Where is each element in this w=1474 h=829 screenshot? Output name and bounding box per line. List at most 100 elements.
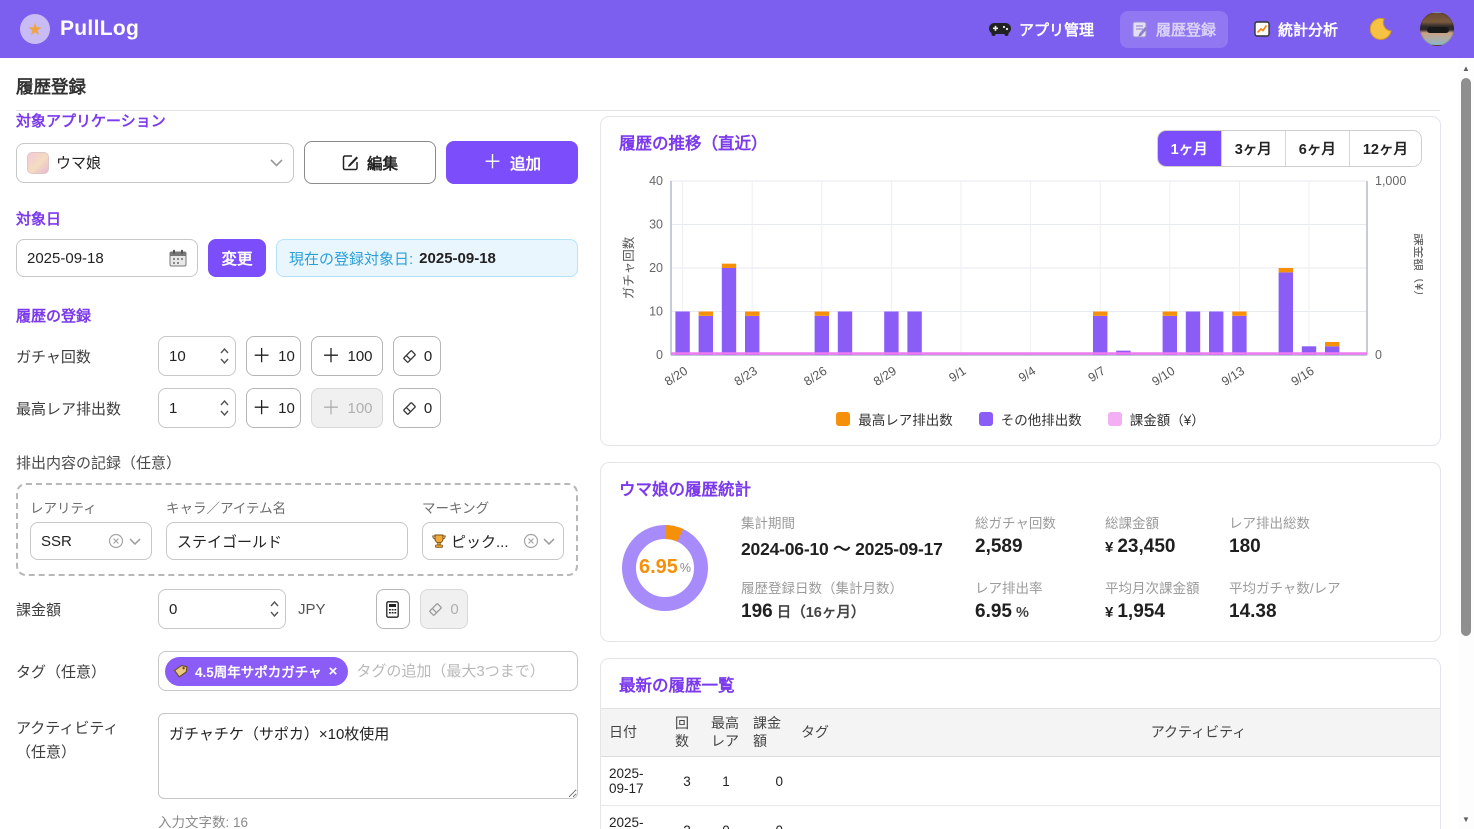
spinner-up-icon[interactable] bbox=[270, 601, 279, 607]
scrollbar-thumb[interactable] bbox=[1461, 78, 1471, 636]
rarity-select[interactable]: SSR bbox=[30, 522, 152, 560]
spinner-down-icon[interactable] bbox=[220, 358, 229, 364]
plus-icon: ＋ bbox=[252, 347, 271, 366]
calendar-icon[interactable] bbox=[169, 249, 187, 267]
svg-text:8/26: 8/26 bbox=[801, 364, 829, 389]
pulls-plus-100-button[interactable]: ＋100 bbox=[311, 336, 383, 376]
crystal-ball-icon: ★ bbox=[20, 14, 50, 44]
rare-count-field[interactable] bbox=[169, 400, 211, 417]
period-3m-button[interactable]: 3ヶ月 bbox=[1221, 131, 1285, 166]
legend-item[interactable]: 課金額（¥） bbox=[1108, 409, 1205, 429]
marking-select[interactable]: ピック... bbox=[422, 522, 564, 560]
item-name-text[interactable] bbox=[177, 533, 397, 550]
change-date-button[interactable]: 変更 bbox=[208, 239, 266, 277]
activity-row: アクティビティ （任意） ガチャチケ（サポカ）×10枚使用 bbox=[16, 713, 578, 799]
tag-chip[interactable]: 4.5周年サポカガチャ × bbox=[165, 657, 348, 686]
vertical-scrollbar[interactable]: ▲ ▼ bbox=[1458, 58, 1474, 829]
pull-count-input[interactable] bbox=[158, 336, 236, 376]
table-row: 2025-09-16 2 0 0 bbox=[601, 806, 1440, 829]
stats-icon bbox=[1254, 21, 1270, 37]
expense-clear-button: 0 bbox=[420, 589, 468, 629]
svg-text:9/13: 9/13 bbox=[1219, 364, 1247, 389]
main-nav: アプリ管理 履歴登録 統計分析 bbox=[977, 11, 1454, 48]
char-count: 入力文字数: 16 bbox=[158, 811, 578, 829]
stats-title: ウマ娘の履歴統計 bbox=[619, 476, 1422, 500]
moon-icon bbox=[1370, 18, 1392, 40]
number-spinner bbox=[220, 337, 229, 375]
pull-count-row: ガチャ回数 ＋10 ＋100 0 bbox=[16, 336, 578, 376]
tag-input-box[interactable]: 4.5周年サポカガチャ × bbox=[158, 651, 578, 691]
stats-card: ウマ娘の履歴統計 6.95 % 集計期間 bbox=[600, 462, 1441, 642]
pull-count-field[interactable] bbox=[169, 348, 211, 365]
add-app-button[interactable]: ＋ 追加 bbox=[446, 141, 578, 184]
theme-toggle[interactable] bbox=[1370, 18, 1392, 40]
rare-count-row: 最高レア排出数 ＋10 ＋100 0 bbox=[16, 388, 578, 428]
app-icon bbox=[27, 152, 49, 174]
detail-section-label: 排出内容の記録（任意） bbox=[16, 452, 578, 473]
scroll-up-arrow[interactable]: ▲ bbox=[1458, 60, 1474, 76]
number-spinner bbox=[270, 590, 279, 628]
clear-icon[interactable] bbox=[523, 533, 539, 549]
tag-add-input[interactable] bbox=[356, 663, 571, 680]
rares-clear-button[interactable]: 0 bbox=[393, 388, 441, 428]
stat-period: 集計期間 2024-06-10 〜 2025-09-17 bbox=[741, 512, 967, 561]
svg-text:40: 40 bbox=[649, 174, 663, 188]
period-1m-button[interactable]: 1ヶ月 bbox=[1158, 131, 1221, 166]
expense-input[interactable] bbox=[158, 589, 286, 629]
marking-field: マーキング ピック... bbox=[422, 497, 564, 560]
current-date-info: 現在の登録対象日: 2025-09-18 bbox=[276, 239, 578, 277]
spinner-down-icon[interactable] bbox=[270, 611, 279, 617]
clear-icon[interactable] bbox=[108, 533, 124, 549]
pulls-plus-10-button[interactable]: ＋10 bbox=[246, 336, 301, 376]
eraser-icon bbox=[428, 602, 443, 617]
svg-text:ガチャ回数: ガチャ回数 bbox=[621, 236, 636, 299]
table-row: 2025-09-17 3 1 0 bbox=[601, 757, 1440, 806]
legend-item[interactable]: 最高レア排出数 bbox=[836, 409, 953, 429]
donut-percent: 6.95 bbox=[639, 556, 678, 579]
brand-name: PullLog bbox=[60, 17, 139, 41]
rarity-field: レアリティ SSR bbox=[30, 497, 152, 560]
app-select[interactable]: ウマ娘 bbox=[16, 143, 294, 183]
stat-total-pulls: 総ガチャ回数 2,589 bbox=[975, 512, 1097, 561]
page-title: 履歴登録 bbox=[16, 74, 1440, 99]
calculator-button[interactable] bbox=[376, 589, 410, 629]
nav-app-management[interactable]: アプリ管理 bbox=[977, 11, 1106, 48]
rares-plus-10-button[interactable]: ＋10 bbox=[246, 388, 301, 428]
spinner-down-icon[interactable] bbox=[220, 410, 229, 416]
date-value: 2025-09-18 bbox=[27, 250, 104, 267]
brand-logo[interactable]: ★ PullLog bbox=[20, 14, 139, 44]
edit-app-button[interactable]: 編集 bbox=[304, 141, 436, 184]
activity-textarea[interactable]: ガチャチケ（サポカ）×10枚使用 bbox=[158, 713, 578, 799]
scroll-down-arrow[interactable]: ▼ bbox=[1458, 811, 1474, 827]
stat-rare-rate: レア排出率 6.95% bbox=[975, 577, 1097, 623]
remove-tag-icon[interactable]: × bbox=[329, 663, 338, 680]
rare-count-input[interactable] bbox=[158, 388, 236, 428]
stat-total-rares: レア排出総数 180 bbox=[1229, 512, 1379, 561]
pulls-clear-button[interactable]: 0 bbox=[393, 336, 441, 376]
date-input[interactable]: 2025-09-18 bbox=[16, 239, 198, 277]
period-selector: 1ヶ月 3ヶ月 6ヶ月 12ヶ月 bbox=[1157, 130, 1422, 167]
nav-history-entry[interactable]: 履歴登録 bbox=[1120, 11, 1228, 48]
legend-item[interactable]: その他排出数 bbox=[979, 409, 1082, 429]
dashboard-column: 履歴の推移（直近） 1ヶ月 3ヶ月 6ヶ月 12ヶ月 0102030408/20… bbox=[600, 116, 1441, 829]
plus-icon: ＋ bbox=[483, 153, 502, 172]
svg-text:課金額（¥）: 課金額（¥） bbox=[1412, 233, 1423, 302]
plus-icon: ＋ bbox=[321, 399, 340, 418]
svg-text:0: 0 bbox=[656, 348, 663, 362]
period-6m-button[interactable]: 6ヶ月 bbox=[1285, 131, 1349, 166]
trophy-icon bbox=[431, 533, 447, 549]
legend-swatch bbox=[1108, 412, 1122, 426]
spinner-up-icon[interactable] bbox=[220, 400, 229, 406]
expense-field[interactable] bbox=[169, 601, 261, 618]
rares-plus-100-button: ＋100 bbox=[311, 388, 383, 428]
eraser-icon bbox=[402, 349, 417, 364]
item-name-input[interactable] bbox=[166, 522, 408, 560]
spinner-up-icon[interactable] bbox=[220, 348, 229, 354]
nav-statistics[interactable]: 統計分析 bbox=[1242, 11, 1350, 48]
history-table: 日付 回数 最高レア 課金額 タグ アクティビティ 2025-09-17 3 1… bbox=[601, 708, 1440, 829]
item-name-field: キャラ／アイテム名 bbox=[166, 497, 408, 560]
user-avatar[interactable] bbox=[1420, 12, 1454, 46]
period-12m-button[interactable]: 12ヶ月 bbox=[1349, 131, 1421, 166]
svg-text:8/20: 8/20 bbox=[662, 364, 690, 389]
expense-row: 課金額 JPY 0 bbox=[16, 589, 578, 629]
